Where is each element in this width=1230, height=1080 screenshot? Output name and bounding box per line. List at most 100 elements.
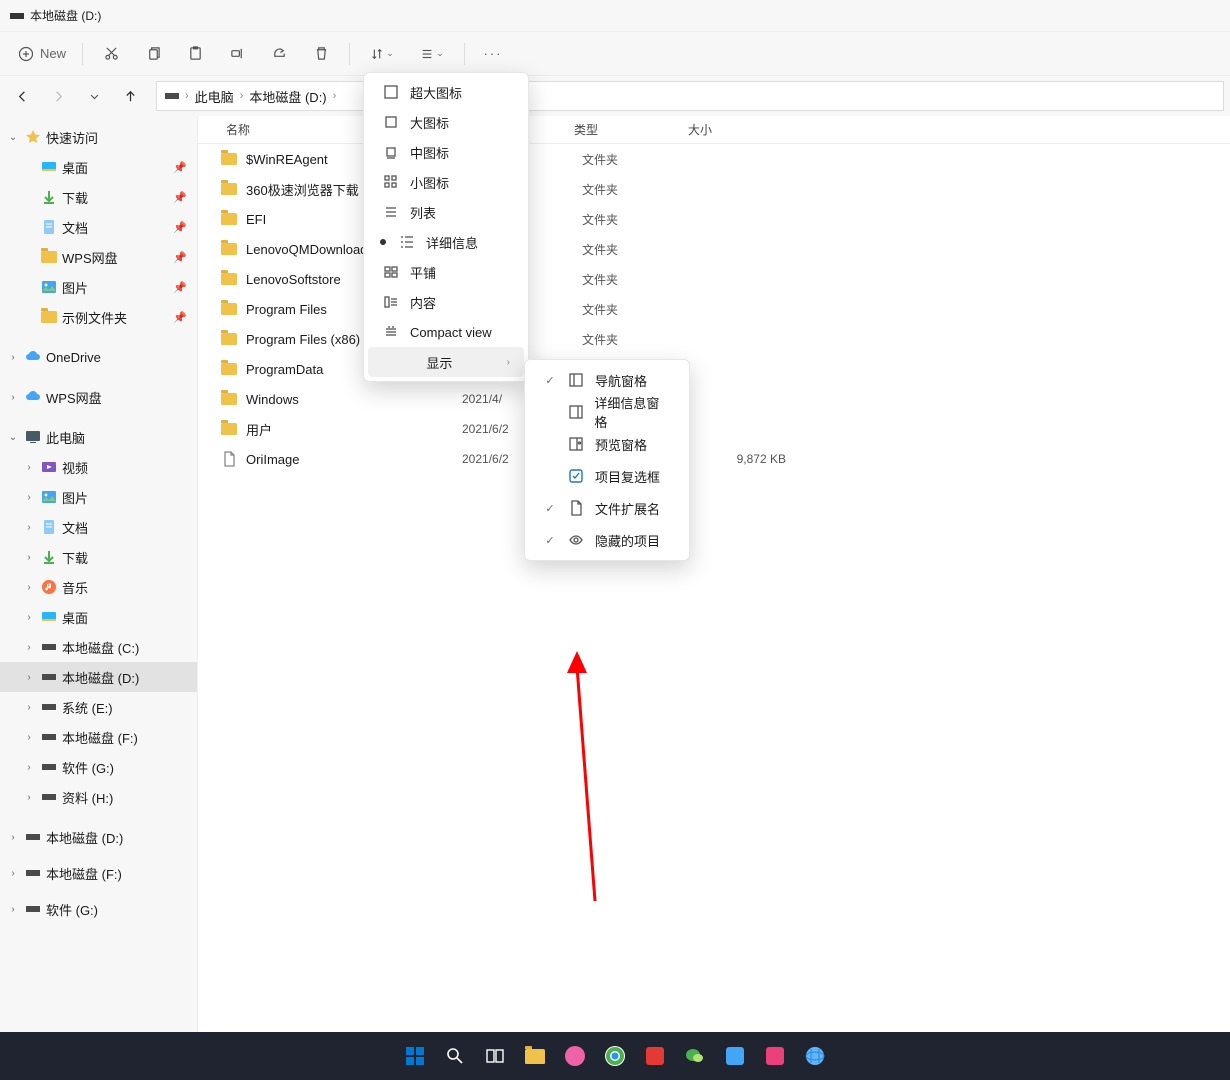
file-row[interactable]: $WinREAgent 2:15 文件夹 xyxy=(198,144,1230,174)
wechat-button[interactable] xyxy=(679,1040,711,1072)
cut-button[interactable] xyxy=(91,35,131,73)
submenu-item-4[interactable]: ✓ 文件扩展名 xyxy=(529,492,685,524)
col-type[interactable]: 类型 xyxy=(574,121,688,138)
up-button[interactable] xyxy=(114,80,146,112)
view-button[interactable]: ⌄ xyxy=(408,35,456,73)
menu-item-8[interactable]: Compact view xyxy=(368,317,524,347)
start-button[interactable] xyxy=(399,1040,431,1072)
taskview-icon xyxy=(485,1046,505,1066)
sidebar-pc-11[interactable]: ›资料 (H:) xyxy=(0,782,197,812)
back-button[interactable] xyxy=(6,80,38,112)
main: 名称 类型 大小 $WinREAgent 2:15 文件夹 360极速浏览器下载… xyxy=(198,116,1230,1050)
file-row[interactable]: 用户 2021/6/2 xyxy=(198,414,1230,444)
submenu-item-1[interactable]: 详细信息窗格 xyxy=(529,396,685,428)
breadcrumb-item[interactable]: 本地磁盘 (D:) xyxy=(249,87,326,106)
sidebar-pc-0[interactable]: ›视频 xyxy=(0,452,197,482)
chrome-button[interactable] xyxy=(599,1040,631,1072)
toolbar: New ⌄ ⌄ ··· xyxy=(0,32,1230,76)
sidebar-pc-1[interactable]: ›图片 xyxy=(0,482,197,512)
app-icon[interactable] xyxy=(759,1040,791,1072)
sidebar-item-4[interactable]: 图片📌 xyxy=(0,272,197,302)
sidebar-pc-10[interactable]: ›软件 (G:) xyxy=(0,752,197,782)
menu-item-6[interactable]: 平铺 xyxy=(368,257,524,287)
rename-button[interactable] xyxy=(217,35,257,73)
submenu-item-2[interactable]: 预览窗格 xyxy=(529,428,685,460)
file-row[interactable]: Program Files (x86) 6 15:00 文件夹 xyxy=(198,324,1230,354)
app-icon[interactable] xyxy=(639,1040,671,1072)
sidebar-item-0[interactable]: 桌面📌 xyxy=(0,152,197,182)
sidebar-cloud-0[interactable]: ›OneDrive xyxy=(0,342,197,372)
menu-item-0[interactable]: 超大图标 xyxy=(368,77,524,107)
folder-icon xyxy=(220,423,238,435)
sidebar-drive2-0[interactable]: ›本地磁盘 (D:) xyxy=(0,822,197,852)
sidebar-pc-8[interactable]: ›系统 (E:) xyxy=(0,692,197,722)
file-row[interactable]: Windows 2021/4/ xyxy=(198,384,1230,414)
more-icon: ··· xyxy=(484,46,503,61)
menu-item-5[interactable]: 详细信息 xyxy=(368,227,524,257)
copy-button[interactable] xyxy=(133,35,173,73)
titlebar: 本地磁盘 (D:) xyxy=(0,0,1230,32)
file-row[interactable]: LenovoSoftstore 6 23:31 文件夹 xyxy=(198,264,1230,294)
menu-item-1[interactable]: 大图标 xyxy=(368,107,524,137)
sidebar-pc-3[interactable]: ›下载 xyxy=(0,542,197,572)
search-icon xyxy=(445,1046,465,1066)
breadcrumb[interactable]: › 此电脑 › 本地磁盘 (D:) › xyxy=(156,81,1224,111)
submenu-item-3[interactable]: 项目复选框 xyxy=(529,460,685,492)
view-menu: 超大图标 大图标 中图标 小图标 列表 详细信息 平铺 内容 Compact v… xyxy=(363,72,529,382)
separator xyxy=(464,43,465,65)
sidebar-pc-6[interactable]: ›本地磁盘 (C:) xyxy=(0,632,197,662)
menu-label: 平铺 xyxy=(410,263,510,282)
menu-item-3[interactable]: 小图标 xyxy=(368,167,524,197)
menu-label: 小图标 xyxy=(410,173,510,192)
app-icon[interactable] xyxy=(799,1040,831,1072)
app-icon[interactable] xyxy=(559,1040,591,1072)
file-row[interactable]: EFI 6 17:18 文件夹 xyxy=(198,204,1230,234)
this-pc[interactable]: ⌄此电脑 xyxy=(0,422,197,452)
submenu-item-5[interactable]: ✓ 隐藏的项目 xyxy=(529,524,685,556)
new-button[interactable]: New xyxy=(10,35,74,73)
sidebar-pc-5[interactable]: ›桌面 xyxy=(0,602,197,632)
forward-button[interactable] xyxy=(42,80,74,112)
recent-dropdown[interactable] xyxy=(78,80,110,112)
explorer-button[interactable] xyxy=(519,1040,551,1072)
menu-item-2[interactable]: 中图标 xyxy=(368,137,524,167)
sidebar-item-1[interactable]: 下载📌 xyxy=(0,182,197,212)
new-label: New xyxy=(40,46,66,61)
col-size[interactable]: 大小 xyxy=(688,121,778,138)
globe-icon xyxy=(804,1045,826,1067)
file-row[interactable]: ProgramData xyxy=(198,354,1230,384)
menu-item-4[interactable]: 列表 xyxy=(368,197,524,227)
taskview-button[interactable] xyxy=(479,1040,511,1072)
more-button[interactable]: ··· xyxy=(473,35,513,73)
app-icon[interactable] xyxy=(719,1040,751,1072)
file-row[interactable]: LenovoQMDownload 6 19:40 文件夹 xyxy=(198,234,1230,264)
file-row[interactable]: OriImage 2021/6/2 9,872 KB xyxy=(198,444,1230,474)
file-row[interactable]: 360极速浏览器下载 3 17:26 文件夹 xyxy=(198,174,1230,204)
breadcrumb-item[interactable]: 此电脑 xyxy=(195,87,234,106)
sidebar-item-3[interactable]: WPS网盘📌 xyxy=(0,242,197,272)
paste-icon xyxy=(188,46,203,61)
file-row[interactable]: Program Files 2:41 文件夹 xyxy=(198,294,1230,324)
delete-button[interactable] xyxy=(301,35,341,73)
submenu-item-0[interactable]: ✓ 导航窗格 xyxy=(529,364,685,396)
sidebar-drive2-2[interactable]: ›软件 (G:) xyxy=(0,894,197,924)
file-icon xyxy=(220,451,238,467)
quick-access[interactable]: ⌄快速访问 xyxy=(0,122,197,152)
sidebar-pc-2[interactable]: ›文档 xyxy=(0,512,197,542)
paste-button[interactable] xyxy=(175,35,215,73)
sidebar-item-5[interactable]: 示例文件夹📌 xyxy=(0,302,197,332)
sidebar-drive2-1[interactable]: ›本地磁盘 (F:) xyxy=(0,858,197,888)
sidebar-item-2[interactable]: 文档📌 xyxy=(0,212,197,242)
sidebar-pc-9[interactable]: ›本地磁盘 (F:) xyxy=(0,722,197,752)
menu-item-show[interactable]: 显示› xyxy=(368,347,524,377)
sort-button[interactable]: ⌄ xyxy=(358,35,406,73)
share-button[interactable] xyxy=(259,35,299,73)
menu-item-7[interactable]: 内容 xyxy=(368,287,524,317)
window-title: 本地磁盘 (D:) xyxy=(30,7,101,24)
file-type: 文件夹 xyxy=(582,241,696,258)
check-icon: ✓ xyxy=(543,374,557,387)
sidebar-pc-7[interactable]: ›本地磁盘 (D:) xyxy=(0,662,197,692)
sidebar-pc-4[interactable]: ›音乐 xyxy=(0,572,197,602)
sidebar-cloud-1[interactable]: ›WPS网盘 xyxy=(0,382,197,412)
search-button[interactable] xyxy=(439,1040,471,1072)
